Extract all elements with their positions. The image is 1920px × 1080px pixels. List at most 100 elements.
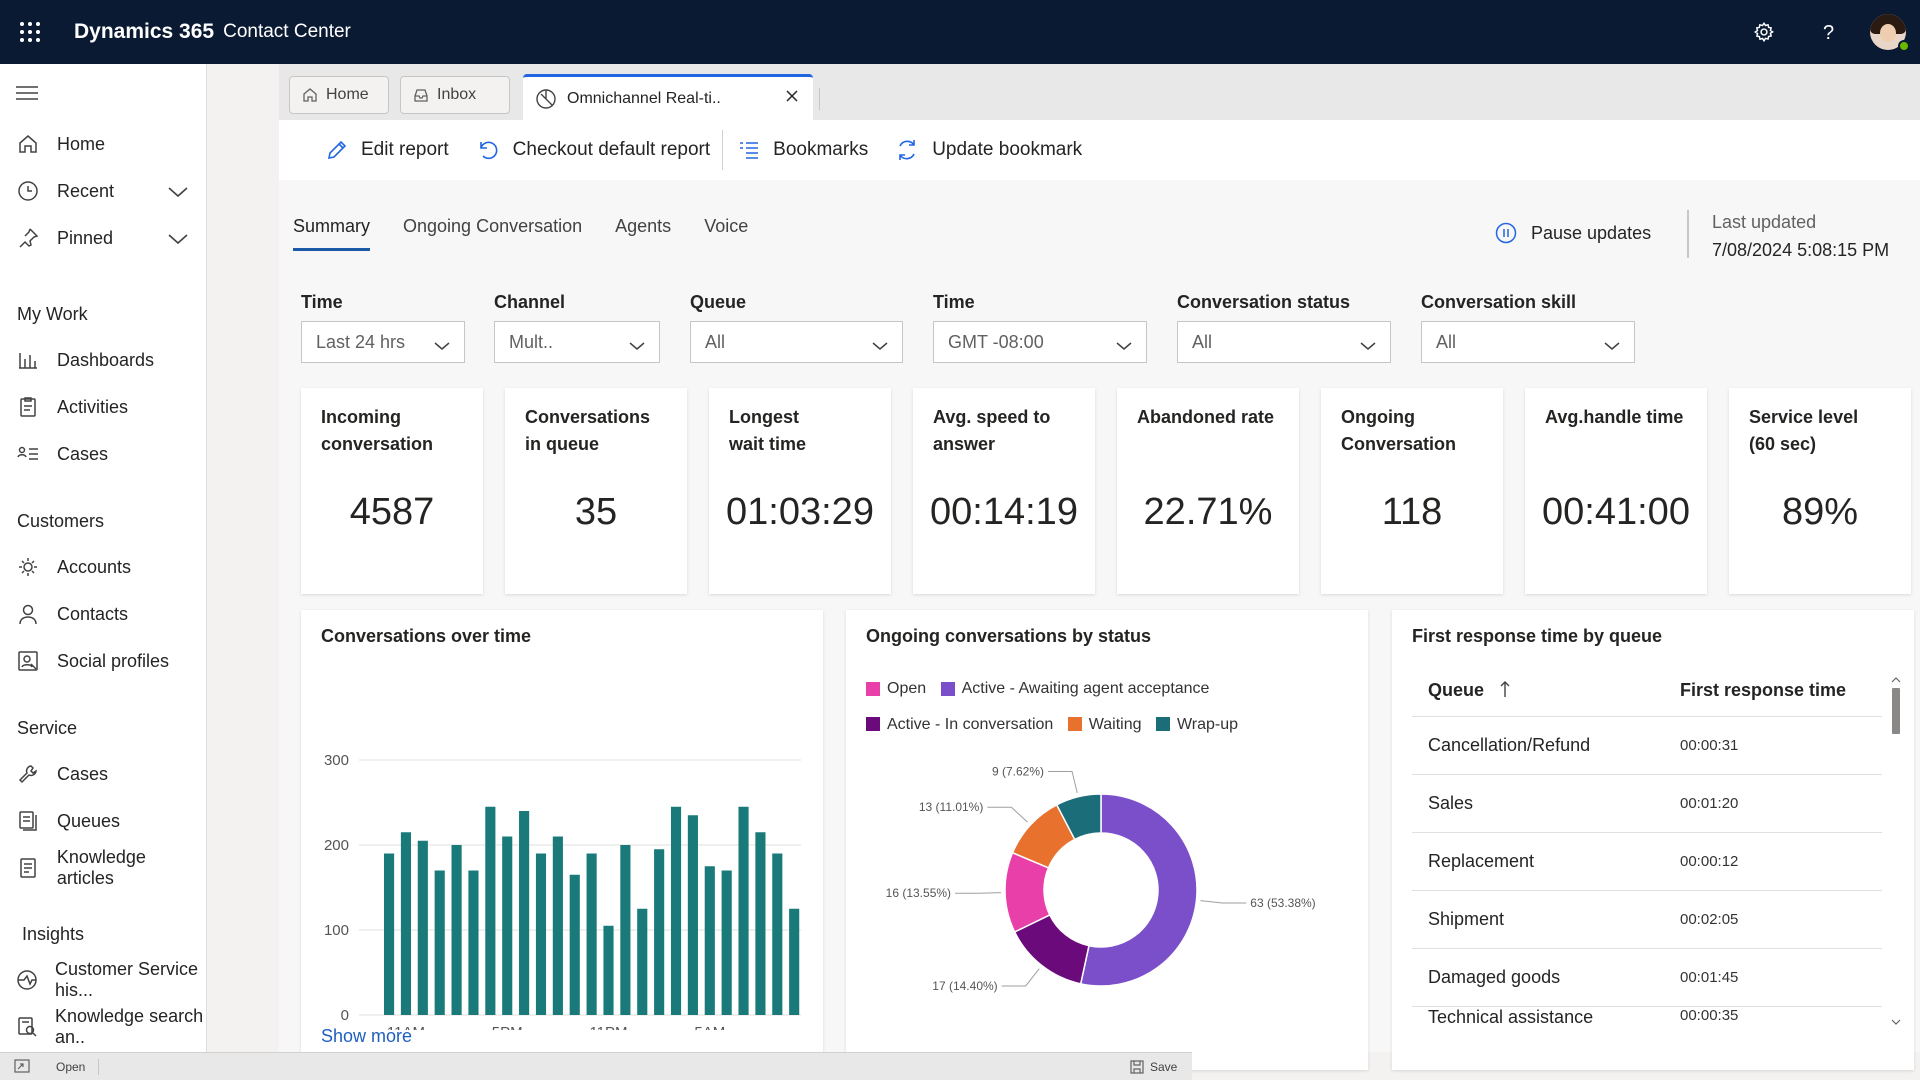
bar <box>434 870 445 1015</box>
table-row[interactable]: Shipment 00:02:05 <box>1412 891 1882 949</box>
kpi-title: Service level (60 sec) <box>1749 407 1859 454</box>
column-header-first-response-time[interactable]: First response time <box>1680 680 1846 701</box>
bookmarks-button[interactable]: Bookmarks <box>737 138 868 162</box>
card-first-response-time: First response time by queue Queue First… <box>1392 610 1914 1070</box>
sidebar-item-knowledge-search[interactable]: Knowledge search an.. <box>0 1006 207 1047</box>
legend-item[interactable]: Open <box>866 672 926 705</box>
help-icon[interactable]: ? <box>1796 0 1860 64</box>
show-more-link[interactable]: Show more <box>321 1026 412 1047</box>
conversation-skill-dropdown[interactable]: All <box>1421 321 1635 363</box>
sidebar-item-cases[interactable]: Cases <box>0 434 207 474</box>
table-row[interactable]: Technical assistance 00:00:35 <box>1412 1007 1882 1027</box>
tab-voice[interactable]: Voice <box>704 216 748 247</box>
card-title: Conversations over time <box>321 626 532 646</box>
chevron-down-icon[interactable] <box>167 183 189 204</box>
update-bookmark-button[interactable]: Update bookmark <box>894 137 1082 163</box>
sidebar-item-label: Cases <box>57 763 109 784</box>
time-range-dropdown[interactable]: Last 24 hrs <box>301 321 465 363</box>
filter-time-range: Time Last 24 hrs <box>301 292 465 363</box>
bar <box>738 806 749 1015</box>
tab-summary[interactable]: Summary <box>293 216 371 251</box>
sidebar-item-queues[interactable]: Queues <box>0 801 207 841</box>
sidebar-item-knowledge-articles[interactable]: Knowledge articles <box>0 847 207 888</box>
sidebar-item-service-cases[interactable]: Cases <box>0 754 207 794</box>
pause-icon <box>1495 222 1517 244</box>
timezone-dropdown[interactable]: GMT -08:00 <box>933 321 1147 363</box>
sidebar-item-social-profiles[interactable]: Social profiles <box>0 641 207 681</box>
tab-agents[interactable]: Agents <box>615 216 671 247</box>
table-scrollbar[interactable] <box>1890 674 1902 1030</box>
x-tick-label: 11PM <box>589 1024 627 1030</box>
tab-inbox[interactable]: Inbox <box>400 76 510 114</box>
sidebar-item-label: Activities <box>57 396 129 417</box>
pause-updates-button[interactable]: Pause updates <box>1495 222 1651 244</box>
bar <box>400 832 412 1015</box>
chevron-down-icon <box>1116 336 1132 357</box>
kpi-avg-handle-time: Avg.handle time 00:41:00 <box>1525 388 1707 594</box>
update-bookmark-label: Update bookmark <box>932 139 1083 160</box>
legend-item[interactable]: Active - In conversation <box>866 708 1053 741</box>
card-title: First response time by queue <box>1412 626 1663 646</box>
edit-report-button[interactable]: Edit report <box>325 138 449 162</box>
tab-omnichannel-realtime[interactable]: Omnichannel Real-ti.. <box>523 74 813 120</box>
save-button[interactable]: Save <box>1130 1060 1177 1074</box>
queue-dropdown[interactable]: All <box>690 321 903 363</box>
bookmarks-label: Bookmarks <box>773 139 869 160</box>
clipboard-icon <box>16 395 40 419</box>
kpi-value: 22.71% <box>1143 491 1273 533</box>
kpi-ongoing-conversation: Ongoing Conversation 118 <box>1321 388 1503 594</box>
leader-line <box>955 892 1002 894</box>
sidebar-item-recent[interactable]: Recent <box>0 171 207 211</box>
legend-item[interactable]: Active - Awaiting agent acceptance <box>940 672 1209 705</box>
sidebar-item-customer-service-history[interactable]: Customer Service his... <box>0 959 207 1000</box>
table-row[interactable]: Damaged goods 00:01:45 <box>1412 949 1882 1007</box>
pause-updates-label: Pause updates <box>1531 222 1652 243</box>
conversation-status-dropdown[interactable]: All <box>1177 321 1391 363</box>
dropdown-value: Last 24 hrs <box>316 331 406 352</box>
dropdown-value: All <box>1436 331 1457 352</box>
tab-home-label: Home <box>326 86 369 103</box>
app-launcher-icon[interactable] <box>0 0 60 64</box>
leader-line <box>1001 968 1040 987</box>
tab-inbox-label: Inbox <box>437 86 477 103</box>
checkout-default-report-button[interactable]: Checkout default report <box>475 137 711 163</box>
open-label[interactable]: Open <box>56 1060 85 1074</box>
tab-active-label: Omnichannel Real-ti.. <box>567 89 721 107</box>
legend-item[interactable]: Waiting <box>1067 708 1142 741</box>
hamburger-menu-icon[interactable] <box>16 84 38 107</box>
filter-label: Channel <box>494 292 566 312</box>
close-icon[interactable] <box>785 89 799 108</box>
bar <box>670 806 682 1015</box>
chevron-down-icon <box>629 336 645 357</box>
sidebar-item-accounts[interactable]: Accounts <box>0 547 207 587</box>
chevron-down-icon[interactable] <box>167 230 189 251</box>
table-row[interactable]: Cancellation/Refund 00:00:31 <box>1412 717 1882 775</box>
checkout-default-report-label: Checkout default report <box>512 139 711 160</box>
leader-line <box>1200 900 1247 904</box>
tab-home[interactable]: Home <box>289 76 389 114</box>
settings-gear-icon[interactable] <box>1732 0 1796 64</box>
legend-item[interactable]: Wrap-up <box>1155 708 1238 741</box>
sidebar-item-contacts[interactable]: Contacts <box>0 594 207 634</box>
tab-ongoing-conversation[interactable]: Ongoing Conversation <box>403 216 582 247</box>
table-row[interactable]: Sales 00:01:20 <box>1412 775 1882 833</box>
sidebar-item-pinned[interactable]: Pinned <box>0 218 207 258</box>
legend-swatch <box>866 681 880 696</box>
sidebar-item-home[interactable]: Home <box>0 124 207 164</box>
undo-icon <box>475 137 501 163</box>
kpi-value: 35 <box>574 491 618 533</box>
column-header-queue[interactable]: Queue <box>1428 680 1511 703</box>
sidebar-item-dashboards[interactable]: Dashboards <box>0 340 207 380</box>
bar <box>620 845 631 1015</box>
filter-label: Conversation status <box>1177 292 1351 312</box>
open-window-icon[interactable] <box>14 1059 30 1076</box>
table-row[interactable]: Replacement 00:00:12 <box>1412 833 1882 891</box>
sidebar-item-activities[interactable]: Activities <box>0 387 207 427</box>
knowledge-search-icon <box>16 1015 38 1039</box>
sidebar-item-label: Customer Service his... <box>55 959 199 1000</box>
last-updated: Last updated 7/08/2024 5:08:15 PM <box>1712 208 1889 264</box>
channel-dropdown[interactable]: Mult.. <box>494 321 660 363</box>
kpi-title: Abandoned rate <box>1137 407 1275 427</box>
x-tick-label: 5PM <box>492 1024 523 1030</box>
header-divider <box>1687 210 1689 258</box>
